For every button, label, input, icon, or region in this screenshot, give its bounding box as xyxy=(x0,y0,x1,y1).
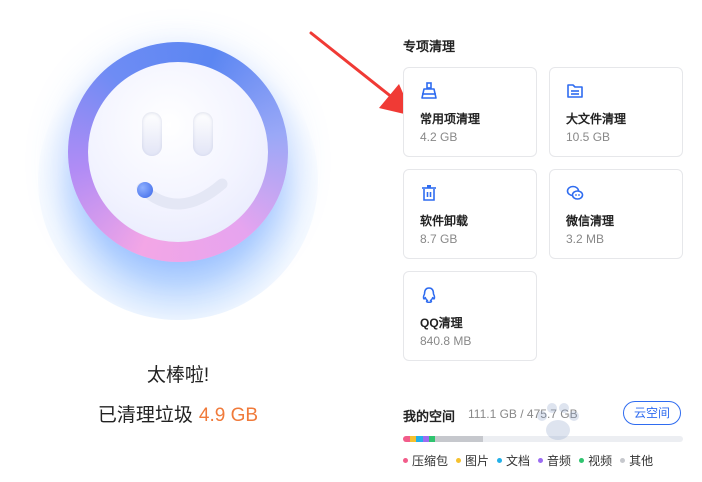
legend-label: 文档 xyxy=(506,454,531,468)
bar-segment-other xyxy=(435,436,483,442)
card-label: 微信清理 xyxy=(566,214,615,228)
cloud-space-button[interactable]: 云空间 xyxy=(623,401,681,425)
watermark-paw-icon xyxy=(537,403,579,440)
card-label: QQ清理 xyxy=(420,316,463,330)
bar-segment-archives xyxy=(403,436,410,442)
card-common-cleanup[interactable]: 常用项清理 4.2 GB xyxy=(403,67,537,157)
card-software-uninstall[interactable]: 软件卸载 8.7 GB xyxy=(403,169,537,259)
legend-item: 视频 xyxy=(579,452,612,469)
my-space-title: 我的空间 xyxy=(403,409,456,424)
mascot-cheek-dot xyxy=(137,182,153,198)
legend-label: 音频 xyxy=(547,454,572,468)
card-size: 4.2 GB xyxy=(420,130,458,144)
legend-item: 压缩包 xyxy=(403,452,448,469)
legend-dot xyxy=(456,458,462,463)
trash-icon xyxy=(422,185,436,201)
card-size: 840.8 MB xyxy=(420,334,472,348)
legend-dot xyxy=(497,458,503,463)
cleaned-amount: 4.9 GB xyxy=(198,405,259,426)
legend-dot xyxy=(538,458,544,463)
folder-icon xyxy=(567,84,583,98)
legend-dot xyxy=(620,458,626,463)
card-large-files[interactable]: 大文件清理 10.5 GB xyxy=(549,67,683,157)
cleaned-summary: 已清理垃圾 4.9 GB xyxy=(0,400,356,427)
legend-dot xyxy=(579,458,585,463)
wechat-icon xyxy=(566,185,584,200)
qq-icon xyxy=(422,287,436,303)
legend-dot xyxy=(403,458,408,463)
legend-label: 其他 xyxy=(629,454,654,468)
legend-label: 压缩包 xyxy=(412,454,449,468)
card-qq-cleanup[interactable]: QQ清理 840.8 MB xyxy=(403,271,537,361)
section-title: 专项清理 xyxy=(403,39,456,54)
card-size: 3.2 MB xyxy=(566,232,605,246)
card-size: 10.5 GB xyxy=(566,130,611,144)
legend-label: 视频 xyxy=(588,454,613,468)
legend-item: 其他 xyxy=(620,452,653,469)
legend-item: 文档 xyxy=(497,452,530,469)
card-size: 8.7 GB xyxy=(420,232,458,246)
cleaned-label: 已清理垃圾 xyxy=(97,405,193,426)
legend-item: 图片 xyxy=(456,452,489,469)
legend-label: 图片 xyxy=(465,454,490,468)
card-label: 软件卸载 xyxy=(420,214,469,228)
legend-item: 音频 xyxy=(538,452,571,469)
card-label: 大文件清理 xyxy=(566,112,627,126)
storage-legend: 压缩包 图片 文档 音频 视频 其他 xyxy=(403,452,653,469)
status-title: 太棒啦! xyxy=(146,365,210,386)
broom-icon xyxy=(421,82,437,99)
card-wechat-cleanup[interactable]: 微信清理 3.2 MB xyxy=(549,169,683,259)
card-label: 常用项清理 xyxy=(420,112,481,126)
bar-segment-documents xyxy=(416,436,423,442)
